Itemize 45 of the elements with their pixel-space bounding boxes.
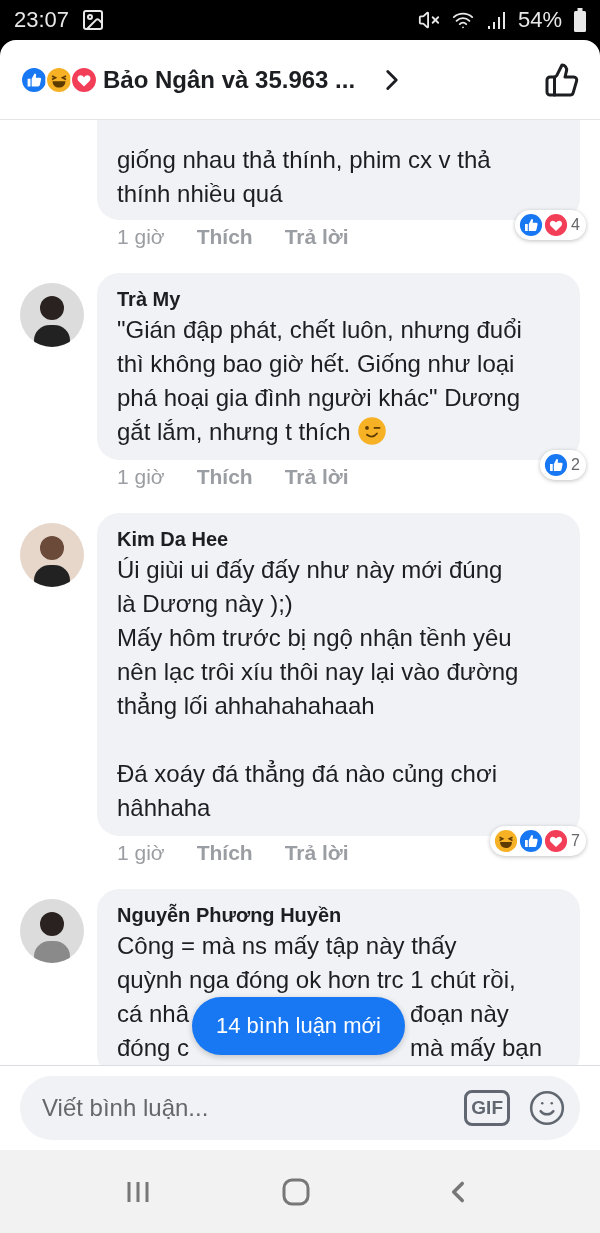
battery-percent: 54% <box>517 7 562 33</box>
like-reaction-icon <box>518 212 545 238</box>
battery-icon <box>574 8 586 32</box>
comment-text: "Gián đập phát, chết luôn, nhưng đuổi thì không bao giờ hết. Giống như loại phá hoại gia đình người khác" Dương gắt lắm, nhưng t thích <box>117 315 523 448</box>
image-icon <box>81 8 106 32</box>
like-reaction-icon <box>518 828 545 854</box>
comment-field[interactable]: Viết bình luận... GIF <box>20 1076 580 1140</box>
comment-text: giống nhau thả thính, phim cx v thả thính nhiều quá <box>117 145 492 209</box>
heart-reaction-icon <box>543 828 570 854</box>
comment-time: 1 giờ <box>117 841 165 865</box>
emoji-icon[interactable] <box>528 1089 566 1127</box>
like-link[interactable]: Thích <box>196 841 253 865</box>
winking-face-icon <box>356 416 387 446</box>
commenter-name[interactable]: Trà My <box>117 285 560 313</box>
laughing-face-icon <box>493 828 520 854</box>
reactions-summary[interactable]: Bảo Ngân và 35.963 ... <box>103 65 356 94</box>
clock: 23:07 <box>14 7 70 33</box>
comment-text: Úi giùi ui đấy đấy như này mới đúng là Dương này );) Mấy hôm trước bị ngộ nhận tềnh yêu nên lạc trôi xíu thôi nay lại vào đường thẳng lối ahhahahahaah Đá xoáy đá thẳng đá nào củng chơi hâhhaha <box>117 555 520 823</box>
comment-text: đoạn này <box>410 999 509 1029</box>
like-link[interactable]: Thích <box>196 225 253 249</box>
reply-link[interactable]: Trả lời <box>284 225 349 249</box>
comment-time: 1 giờ <box>117 465 165 489</box>
like-reaction-icon <box>543 452 570 478</box>
like-link[interactable]: Thích <box>196 465 253 489</box>
reaction-count-badge[interactable]: 4 <box>515 210 586 240</box>
comment-text: đóng c <box>117 1033 190 1063</box>
new-comments-button[interactable]: 14 bình luận mới <box>192 997 405 1055</box>
commenter-name[interactable]: Kim Da Hee <box>117 525 560 553</box>
home-icon[interactable] <box>282 1177 310 1206</box>
comment-text: cá nhâ <box>117 999 190 1029</box>
commenter-name[interactable]: Nguyễn Phương Huyền <box>117 901 560 929</box>
heart-reaction-icon <box>543 212 570 238</box>
like-icon[interactable] <box>544 61 580 98</box>
comment-text: mà mấy bạn <box>410 1033 543 1063</box>
signal-icon <box>485 10 506 30</box>
heart-reaction-icon <box>70 65 98 94</box>
reaction-count-badge[interactable]: 7 <box>490 826 586 856</box>
laughing-face-icon <box>45 65 73 94</box>
reply-link[interactable]: Trả lời <box>284 465 349 489</box>
comment-time: 1 giờ <box>117 225 165 249</box>
gif-button[interactable]: GIF <box>464 1090 510 1126</box>
reply-link[interactable]: Trả lời <box>284 841 349 865</box>
like-reaction-icon <box>20 65 48 94</box>
reaction-count-badge[interactable]: 2 <box>540 450 586 480</box>
mute-icon <box>417 9 440 31</box>
